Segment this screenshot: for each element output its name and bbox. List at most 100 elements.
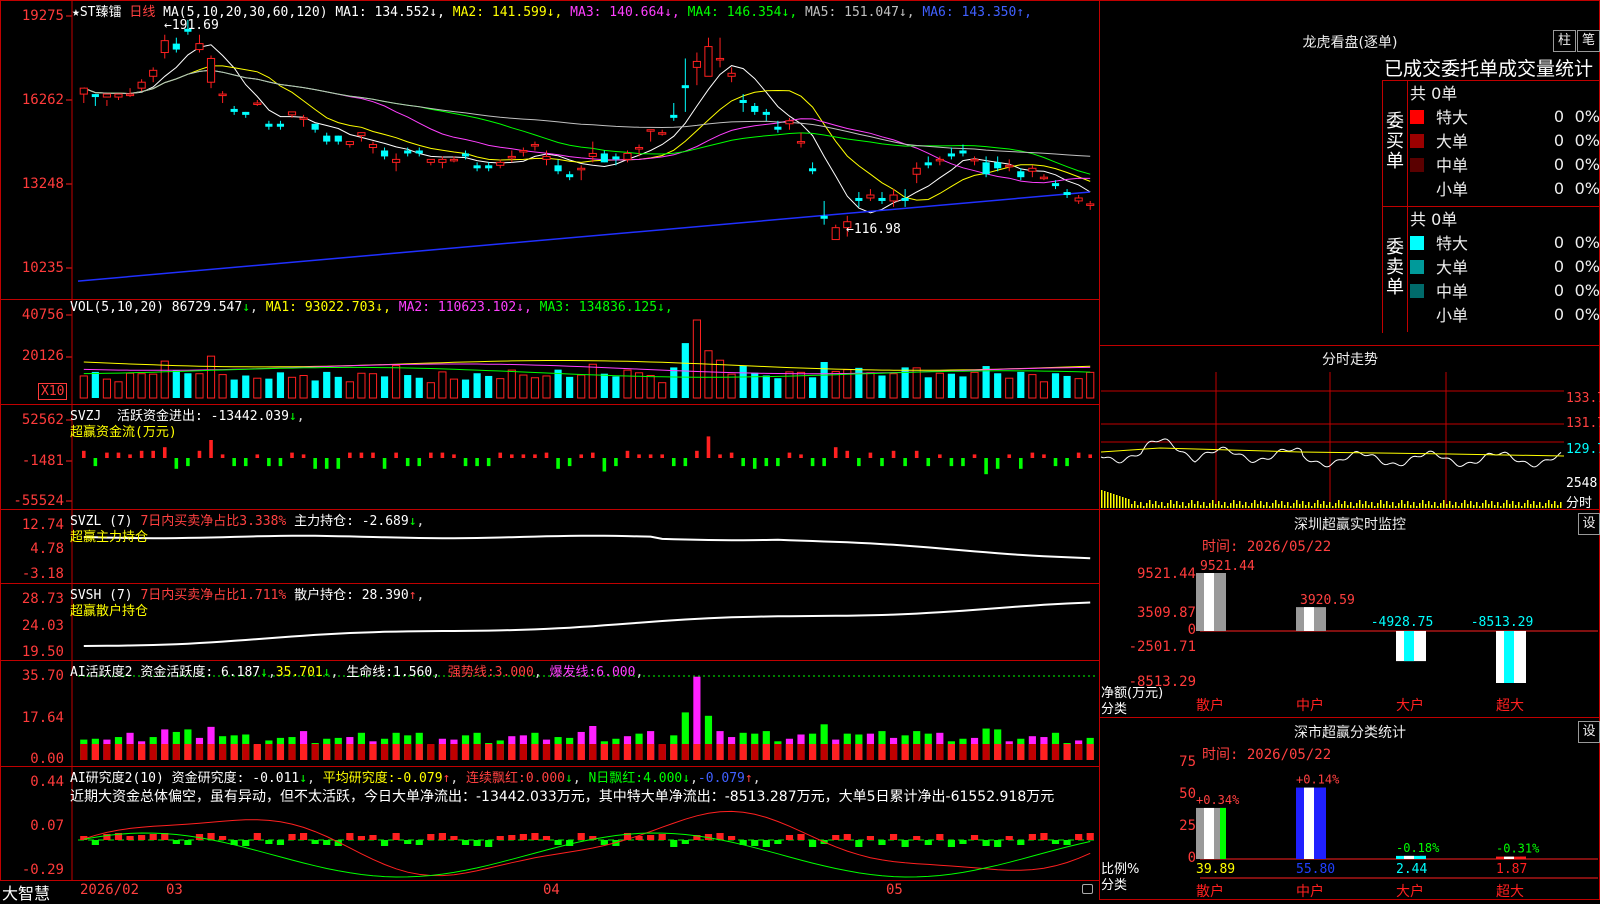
tick-mode-button[interactable]: 笔 xyxy=(1577,30,1600,52)
svzj-bar xyxy=(1030,452,1035,458)
candle-body xyxy=(345,141,354,146)
svzj-bar xyxy=(949,458,954,467)
life-bar xyxy=(207,744,215,760)
svzj-bar xyxy=(741,458,745,467)
life-bar xyxy=(739,744,747,760)
life-bar xyxy=(450,744,458,760)
candle-body xyxy=(206,57,216,83)
svzj-bar xyxy=(521,454,526,458)
life-bar xyxy=(253,744,261,760)
volume-bar xyxy=(970,371,979,399)
life-bar xyxy=(797,744,805,760)
svzj-bar xyxy=(857,458,861,467)
svzl-desc: 7日内买卖净占比3.338% xyxy=(140,514,287,529)
table-row: 小单 0 0% xyxy=(1410,176,1600,200)
dragon-tiger-title: 龙虎看盘(逐单) xyxy=(1302,35,1398,51)
research-bar xyxy=(600,840,608,845)
svzj-bar xyxy=(1019,458,1023,469)
research-bar xyxy=(542,836,551,840)
volume-bar xyxy=(438,371,447,399)
life-bar xyxy=(866,744,875,760)
candle-body xyxy=(646,129,655,132)
life-bar xyxy=(589,744,597,760)
volume-bar xyxy=(994,373,1002,398)
svzj-bar xyxy=(729,452,734,458)
volume-bar xyxy=(114,381,123,399)
burst-line-value: 6.000 xyxy=(596,665,636,680)
volume-bar xyxy=(774,378,782,398)
candle-body xyxy=(230,108,238,112)
svzj-bar xyxy=(544,452,549,458)
bar-mode-button[interactable]: 柱 xyxy=(1553,30,1576,52)
volume-bar xyxy=(612,376,620,398)
volume-bar xyxy=(1074,378,1083,399)
intraday-panel[interactable] xyxy=(1099,345,1600,510)
volume-bar xyxy=(137,373,146,399)
volume-bar xyxy=(265,378,273,398)
candle-body xyxy=(507,155,516,159)
ai-research-y-tick: 0.07 xyxy=(30,818,64,834)
candle-body xyxy=(1086,203,1095,206)
volume-bar xyxy=(334,376,342,398)
lock-icon[interactable] xyxy=(1082,884,1093,894)
svzj-value: -13442.039 xyxy=(210,409,289,424)
life-bar xyxy=(91,744,99,760)
svzj-bar xyxy=(313,458,317,469)
svzj-bar xyxy=(938,454,942,458)
l-buy-swatch xyxy=(1410,134,1424,148)
m-buy-swatch xyxy=(1410,158,1424,172)
volume-bar xyxy=(125,372,135,399)
row-pct: 0% xyxy=(1574,154,1600,174)
svzj-subtitle: 超赢资金流(万元) xyxy=(70,425,177,440)
dragon-tiger-header: 已成交委托单成交量统计 xyxy=(1384,58,1594,80)
ai-research-last-arrow: ↑ xyxy=(744,771,753,786)
research-bar xyxy=(427,834,435,840)
research-bar xyxy=(323,840,331,845)
order-col-line xyxy=(1407,80,1408,332)
vol-title: VOL(5,10,20) xyxy=(70,300,164,315)
buy-total: 共 0单 xyxy=(1410,84,1458,103)
svzj-bar xyxy=(301,454,306,458)
svzj-bar xyxy=(556,458,560,469)
main-y-tick: 13248 xyxy=(21,176,64,192)
candle-body xyxy=(1074,197,1083,202)
table-row: 大单 0 0% xyxy=(1410,128,1600,152)
candle-body xyxy=(808,168,817,172)
research-bar xyxy=(866,836,875,840)
svzj-bar xyxy=(567,458,572,467)
app-brand: 大智慧 xyxy=(2,884,51,903)
research-bar xyxy=(681,840,689,844)
ma-legend: MA6: 143.350↑, xyxy=(922,5,1032,20)
x-tick: 04 xyxy=(543,882,560,898)
svzj-bar xyxy=(348,452,352,458)
row-name: 特大 xyxy=(1436,108,1469,127)
sz-classify-settings-button[interactable]: 设 xyxy=(1578,721,1600,743)
sz-monitor-settings-button[interactable]: 设 xyxy=(1578,513,1600,535)
svzj-bar xyxy=(637,454,641,458)
avg-research-value: -0.079 xyxy=(395,771,443,786)
svzj-bar xyxy=(1076,452,1081,458)
svzj-bar xyxy=(336,458,341,469)
szc-y-tick: 50 xyxy=(1179,786,1196,802)
candle-body xyxy=(878,197,886,201)
candle-body xyxy=(762,111,770,115)
candle-body xyxy=(449,158,459,162)
ai-research-title: AI研究度2(10) xyxy=(70,771,164,786)
life-bar xyxy=(681,744,689,760)
svzj-bar xyxy=(1042,454,1046,458)
vol-y-tick: 20126 xyxy=(21,348,64,364)
svzj-bar xyxy=(614,458,618,467)
row-pct: 0% xyxy=(1574,256,1600,276)
svzj-bar xyxy=(625,450,630,458)
ai-active-value: 6.187 xyxy=(220,665,261,680)
research-bar xyxy=(1063,840,1071,845)
vol-unit-badge: X10 xyxy=(38,383,68,400)
svzj-bar xyxy=(602,458,607,472)
candle-body xyxy=(554,165,562,172)
candle-body xyxy=(438,158,447,163)
volume-bar xyxy=(1005,377,1014,399)
candle-body xyxy=(392,158,401,163)
period-label[interactable]: 日线 xyxy=(129,5,155,20)
life-bar xyxy=(554,744,562,760)
svzl-value: -2.689 xyxy=(361,514,409,529)
